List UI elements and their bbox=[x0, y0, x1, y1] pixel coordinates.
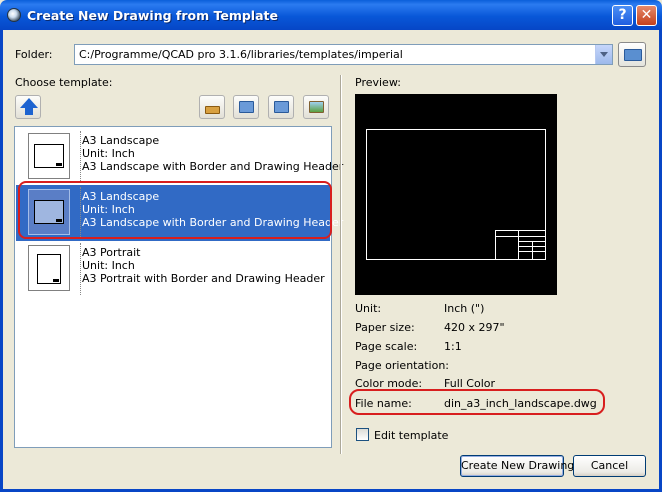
file-name-highlight-ring bbox=[349, 389, 605, 415]
template-item-text: A3 Portrait Unit: Inch A3 Portrait with … bbox=[82, 246, 325, 285]
cancel-button[interactable]: Cancel bbox=[573, 455, 646, 477]
up-arrow-stem bbox=[25, 107, 33, 115]
page-orientation-label: Page orientation: bbox=[355, 359, 450, 372]
browse-folder-button[interactable] bbox=[618, 42, 646, 67]
folder-combo[interactable]: C:/Programme/QCAD pro 3.1.6/libraries/te… bbox=[74, 44, 613, 65]
item-divider bbox=[80, 131, 81, 183]
folder-label: Folder: bbox=[15, 48, 53, 61]
app-icon bbox=[7, 8, 21, 22]
image-button[interactable] bbox=[303, 95, 329, 119]
create-new-drawing-button[interactable]: Create New Drawing bbox=[460, 455, 574, 477]
page-outline bbox=[34, 144, 64, 168]
stamp-icon bbox=[205, 106, 220, 114]
preview-page-border bbox=[366, 129, 546, 260]
window-border-left bbox=[0, 30, 3, 492]
paper-size-label: Paper size: bbox=[355, 321, 415, 334]
help-button[interactable]: ? bbox=[612, 5, 633, 26]
home-folder-icon bbox=[274, 101, 289, 113]
template-item[interactable]: A3 Landscape Unit: Inch A3 Landscape wit… bbox=[16, 129, 343, 185]
unit-value: Inch (") bbox=[444, 302, 485, 315]
page-header-mark bbox=[53, 279, 59, 282]
folder-path: C:/Programme/QCAD pro 3.1.6/libraries/te… bbox=[79, 48, 403, 61]
open-folder-icon bbox=[239, 101, 254, 113]
page-scale-label: Page scale: bbox=[355, 340, 418, 353]
title-bar: Create New Drawing from Template ? ✕ bbox=[0, 0, 662, 30]
close-button[interactable]: ✕ bbox=[636, 5, 657, 26]
template-description: A3 Portrait with Border and Drawing Head… bbox=[82, 272, 325, 285]
preview-canvas bbox=[355, 94, 557, 295]
edit-template-label[interactable]: Edit template bbox=[374, 429, 448, 442]
page-scale-value: 1:1 bbox=[444, 340, 462, 353]
choose-template-label: Choose template: bbox=[15, 76, 113, 89]
template-item-text: A3 Landscape Unit: Inch A3 Landscape wit… bbox=[82, 134, 343, 173]
page-header-mark bbox=[56, 163, 62, 166]
paper-size-value: 420 x 297" bbox=[444, 321, 505, 334]
header-divider bbox=[532, 241, 533, 260]
stamp-button[interactable] bbox=[199, 95, 225, 119]
unit-label: Unit: bbox=[355, 302, 382, 315]
page-outline bbox=[37, 254, 61, 284]
chevron-down-icon[interactable] bbox=[595, 45, 612, 64]
template-unit: Unit: Inch bbox=[82, 147, 135, 160]
up-button[interactable] bbox=[15, 95, 41, 119]
pane-separator bbox=[340, 75, 342, 454]
template-name: A3 Landscape bbox=[82, 134, 160, 147]
template-description: A3 Landscape with Border and Drawing Hea… bbox=[82, 160, 344, 173]
template-name: A3 Portrait bbox=[82, 246, 141, 259]
template-thumbnail bbox=[28, 133, 70, 179]
header-divider bbox=[518, 231, 519, 260]
template-list[interactable]: A3 Landscape Unit: Inch A3 Landscape wit… bbox=[14, 126, 343, 448]
home-folder-button[interactable] bbox=[268, 95, 294, 119]
folder-icon bbox=[624, 49, 642, 61]
template-thumbnail bbox=[28, 245, 70, 291]
item-divider bbox=[80, 243, 81, 295]
image-icon bbox=[309, 101, 324, 113]
template-unit: Unit: Inch bbox=[82, 259, 135, 272]
edit-template-checkbox[interactable] bbox=[356, 428, 369, 441]
open-folder-button[interactable] bbox=[233, 95, 259, 119]
selection-highlight-ring bbox=[18, 181, 332, 239]
header-line bbox=[496, 236, 546, 237]
window-title: Create New Drawing from Template bbox=[27, 8, 278, 23]
template-item[interactable]: A3 Portrait Unit: Inch A3 Portrait with … bbox=[16, 241, 330, 297]
preview-drawing-header bbox=[495, 230, 546, 260]
preview-label: Preview: bbox=[355, 76, 401, 89]
